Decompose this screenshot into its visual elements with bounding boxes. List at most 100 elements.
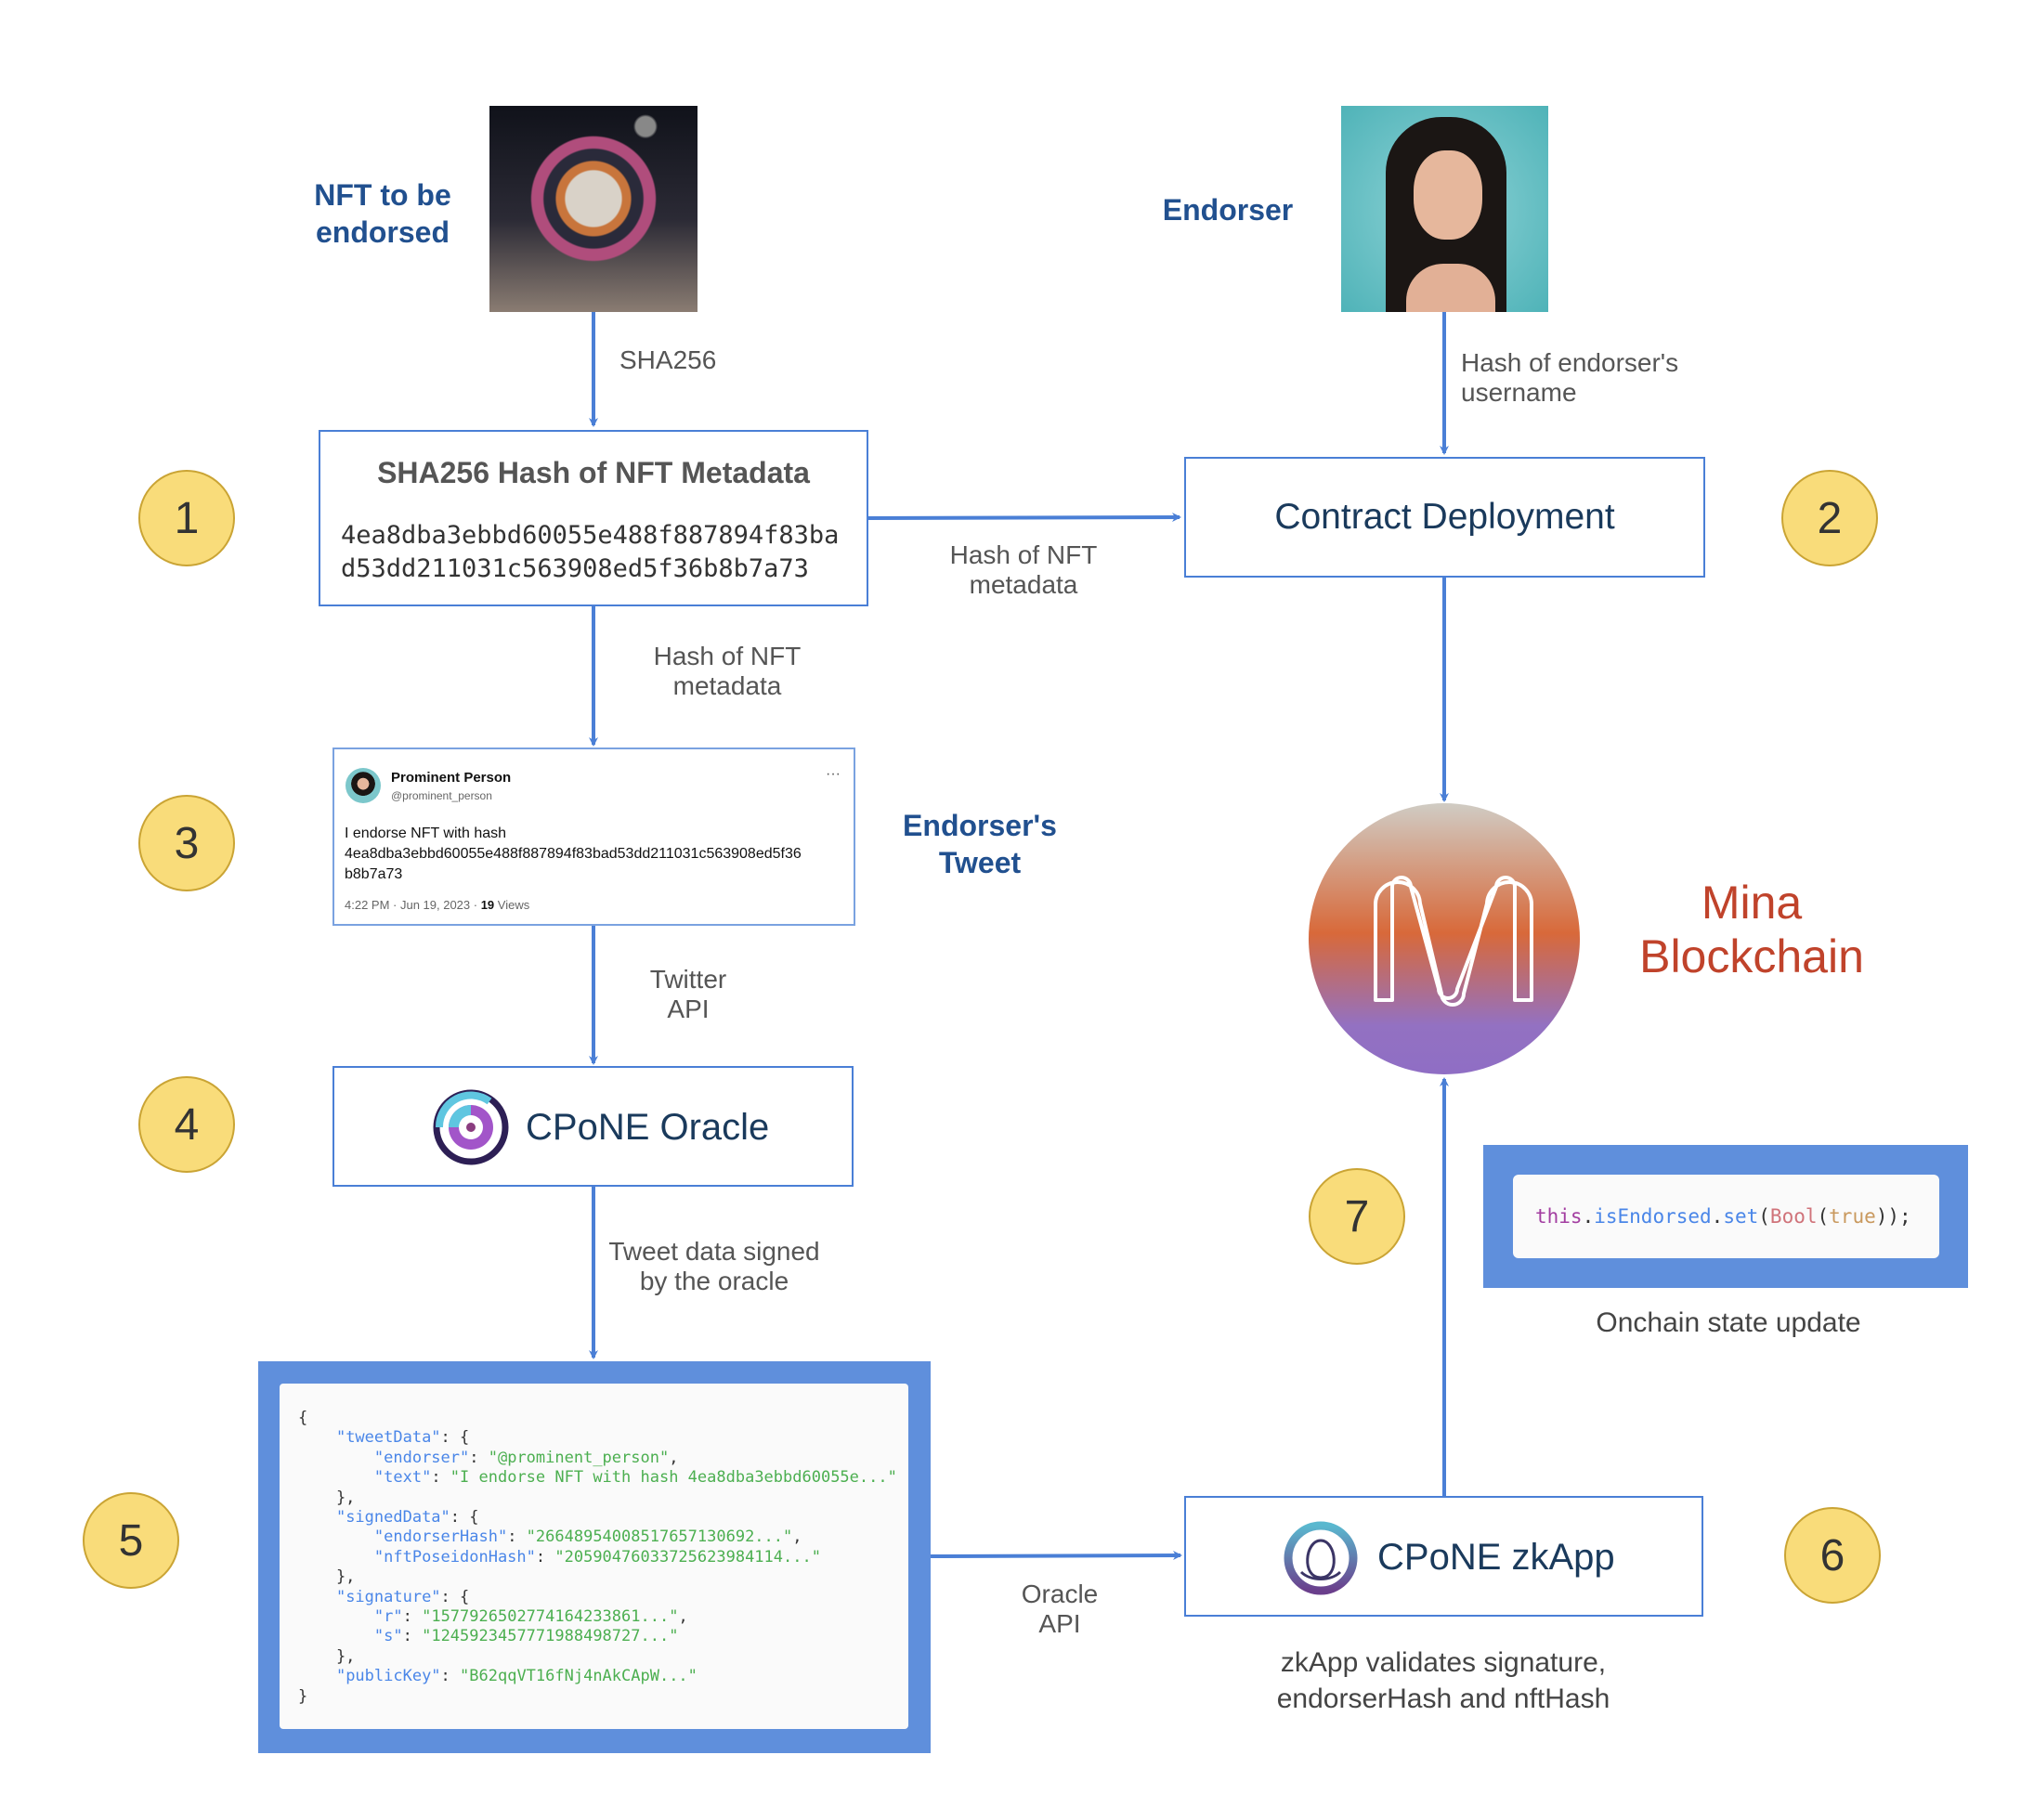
code-line: "tweetData": { — [298, 1428, 890, 1448]
cpone-zkapp-box: CPoNE zkApp — [1184, 1496, 1703, 1617]
step-5-badge: 5 — [83, 1492, 179, 1589]
code-line: "nftPoseidonHash": "20590476033725623984… — [298, 1548, 890, 1567]
code-string: "20590476033725623984114..." — [554, 1547, 821, 1566]
code-string: "B62qqVT16fNj4nAkCApW..." — [460, 1667, 698, 1686]
code-punct: }, — [298, 1646, 356, 1666]
step-6-badge: 6 — [1784, 1507, 1881, 1604]
code-punct — [298, 1607, 374, 1626]
tweet-card: Prominent Person @prominent_person ··· I… — [332, 748, 855, 926]
code-line: }, — [298, 1488, 890, 1508]
code-line: }, — [298, 1647, 890, 1667]
cpone-zkapp-logo-icon — [1284, 1521, 1358, 1595]
contract-deployment-label: Contract Deployment — [1274, 497, 1615, 537]
code-property: isEndorsed — [1594, 1205, 1712, 1228]
code-punct: : — [431, 1468, 450, 1488]
code-punct: } — [298, 1686, 308, 1706]
code-line: "s": "12459234577719884987­27..." — [298, 1627, 890, 1646]
nft-hash-down-label: Hash of NFT metadata — [634, 642, 820, 701]
step-3-badge: 3 — [138, 795, 235, 891]
tweet-author-handle: @prominent_person — [391, 789, 492, 802]
code-string: "@prominent_person" — [488, 1448, 670, 1467]
code-line: "signedData": { — [298, 1508, 890, 1528]
code-punct — [298, 1667, 336, 1685]
step-1-badge: 1 — [138, 470, 235, 566]
mina-logo-icon — [1309, 803, 1580, 1074]
tweet-more-button[interactable]: ··· — [826, 766, 841, 783]
zkapp-caption-line2: endorserHash and nftHash — [1276, 1684, 1610, 1714]
tweet-avatar — [346, 768, 381, 803]
code-punct: : — [535, 1547, 555, 1566]
code-bool: Bool — [1769, 1205, 1818, 1228]
step-2-badge: 2 — [1781, 470, 1878, 566]
code-paren: ( — [1817, 1205, 1830, 1228]
mina-blockchain-label: Mina Blockchain — [1612, 876, 1891, 983]
nft-hash-down-line2: metadata — [672, 671, 782, 700]
nft-image — [489, 106, 698, 312]
arrow-json-to-zkapp — [930, 1551, 1182, 1561]
code-punct — [298, 1468, 374, 1487]
code-punct — [298, 1428, 336, 1447]
nft-hash-box: SHA256 Hash of NFT Metadata 4ea8dba3ebbd… — [319, 430, 868, 606]
code-line: } — [298, 1687, 890, 1707]
signed-line1: Tweet data signed — [608, 1237, 820, 1266]
code-punct — [298, 1508, 336, 1527]
code-punct: : — [469, 1448, 489, 1467]
sha256-label: SHA256 — [619, 345, 717, 374]
endorser-tweet-caption: Endorser's Tweet — [887, 807, 1073, 881]
tweet-author-name: Prominent Person — [391, 770, 512, 786]
nft-hash-right-label: Hash of NFT metadata — [931, 540, 1116, 600]
endorser-hash-label: Hash of endorser's username — [1461, 348, 1678, 408]
tweet-views-count: 19 — [480, 898, 495, 912]
code-key: "r" — [373, 1607, 403, 1627]
cpone-oracle-box: CPoNE Oracle — [332, 1066, 854, 1187]
code-this: this — [1535, 1205, 1583, 1228]
code-punct — [298, 1449, 374, 1467]
tweet-text-line1: I endorse NFT with hash — [345, 826, 507, 841]
tweet-timestamp: 4:22 PM · Jun 19, 2023 · — [345, 898, 481, 912]
nft-hash-line1: 4ea8dba3ebbd60055e488f887894f83ba — [341, 521, 840, 550]
endorser-hash-line1: Hash of endorser's — [1461, 348, 1679, 377]
code-line: }, — [298, 1567, 890, 1587]
code-punct: , — [678, 1607, 688, 1627]
nft-label: NFT to be endorsed — [297, 176, 468, 251]
oracle-json-frame: { "tweetData": { "endorser": "@prominent… — [258, 1361, 931, 1753]
nft-hash-right-line2: metadata — [969, 570, 1078, 599]
code-string: "26648954008517657130692..." — [526, 1528, 793, 1547]
tweet-text: I endorse NFT with hash 4ea8dba3ebbd6005… — [345, 824, 802, 885]
nft-hash-right-line1: Hash of NFT — [949, 540, 1098, 569]
code-string: "12459234577719884987­27..." — [422, 1627, 679, 1646]
code-punct: : — [440, 1667, 461, 1686]
code-punct: , — [669, 1448, 679, 1467]
code-key: "nftPoseidonHash" — [373, 1547, 536, 1566]
code-line: "endorser": "@prominent_person", — [298, 1449, 890, 1468]
nft-hash-line2: d53dd211031c563908ed5f36b8b7a73 — [341, 554, 809, 583]
code-key: "text" — [373, 1468, 432, 1488]
code-dot: . — [1582, 1205, 1595, 1228]
cpone-zkapp-label: CPoNE zkApp — [1377, 1537, 1615, 1578]
code-punct: : — [402, 1627, 423, 1646]
code-true: true — [1829, 1205, 1876, 1228]
code-punct: : { — [450, 1508, 479, 1528]
code-line: "r": "15779265027741642338­61...", — [298, 1607, 890, 1627]
code-punct: }, — [298, 1567, 356, 1587]
nft-hash-title: SHA256 Hash of NFT Metadata — [377, 456, 810, 489]
nft-label-line1: NFT to be — [314, 178, 451, 212]
code-dot: . — [1711, 1205, 1724, 1228]
endorser-hash-line2: username — [1461, 378, 1577, 407]
signed-line2: by the oracle — [639, 1267, 789, 1295]
code-key: "publicKey" — [335, 1667, 441, 1686]
code-punct: }, — [298, 1488, 356, 1507]
endorser-label: Endorser — [1162, 193, 1294, 227]
twitter-api-line2: API — [667, 994, 710, 1023]
nft-label-line2: endorsed — [315, 215, 450, 249]
endorser-image — [1341, 106, 1548, 312]
code-line: "signature": { — [298, 1588, 890, 1607]
onchain-code-frame: this. isEndorsed. set(Bool(true)); — [1483, 1145, 1968, 1288]
oracle-api-line1: Oracle — [1021, 1580, 1099, 1608]
onchain-code: this. isEndorsed. set(Bool(true)); — [1513, 1175, 1939, 1258]
signed-data-label: Tweet data signed by the oracle — [575, 1237, 854, 1296]
code-punct: : { — [440, 1428, 470, 1448]
code-punct: { — [298, 1409, 308, 1427]
code-close: )); — [1875, 1205, 1911, 1228]
code-key: "endorserHash" — [373, 1528, 508, 1547]
